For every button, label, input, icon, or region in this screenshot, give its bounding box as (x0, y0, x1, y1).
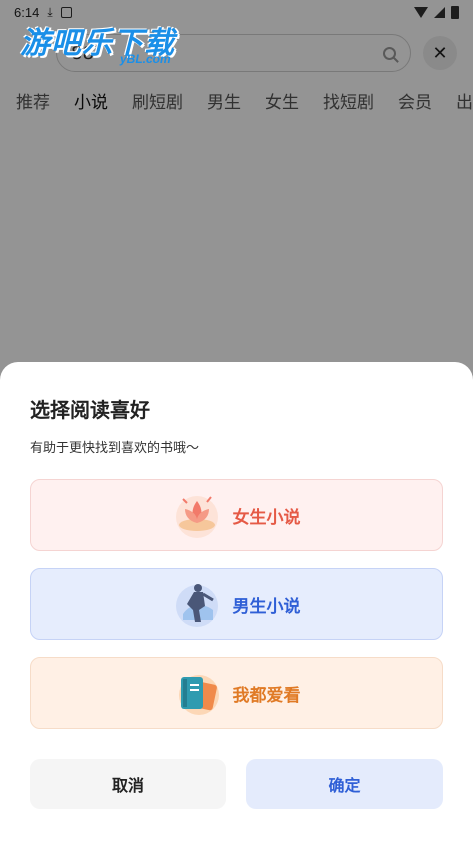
warrior-icon (175, 584, 218, 627)
sheet-title: 选择阅读喜好 (30, 398, 150, 422)
sheet-subtitle: 有助于更快找到喜欢的书哦～ (30, 441, 200, 456)
book-icon (178, 675, 219, 715)
option-male-novel[interactable]: 男生小说 (30, 568, 443, 640)
option-female-novel[interactable]: 女生小说 (30, 479, 443, 551)
option-all-novels[interactable]: 我都爱看 (30, 657, 443, 729)
option-all-label: 我都爱看 (232, 685, 301, 706)
confirm-button[interactable]: 确定 (246, 759, 443, 809)
watermark-logo: 游吧乐下载 yBL.com (20, 18, 175, 66)
option-female-label: 女生小说 (232, 507, 301, 528)
lotus-icon (175, 496, 218, 538)
watermark-sub: yBL.com (120, 52, 171, 66)
option-male-label: 男生小说 (232, 596, 301, 617)
cancel-button[interactable]: 取消 (30, 759, 226, 809)
reading-preference-sheet: 选择阅读喜好 有助于更快找到喜欢的书哦～ 女生小说 男生小说 我都爱看 取消 确… (0, 362, 473, 841)
